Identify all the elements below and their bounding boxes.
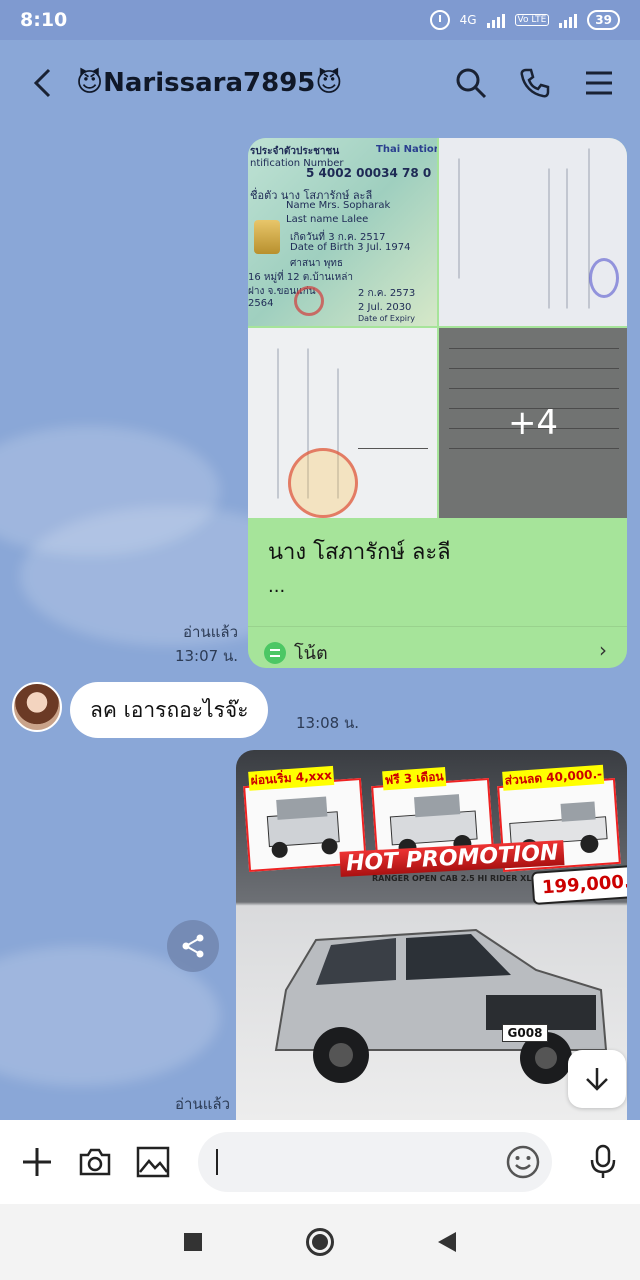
emoji-icon bbox=[506, 1145, 540, 1179]
share-icon bbox=[182, 934, 204, 958]
message-input[interactable] bbox=[218, 1151, 488, 1173]
share-button[interactable] bbox=[167, 920, 219, 972]
divider bbox=[248, 626, 627, 627]
image-icon bbox=[136, 1146, 170, 1178]
chat-area[interactable]: รประจำตัวประชาชน Thai National ntificati… bbox=[0, 126, 640, 1120]
sim-chip bbox=[254, 220, 280, 254]
id-card-header: รประจำตัวประชาชน bbox=[250, 146, 340, 157]
signal-icon bbox=[486, 12, 505, 28]
gallery-button[interactable] bbox=[136, 1145, 170, 1179]
volte-badge: Vo LTE bbox=[514, 14, 550, 26]
photo-document-1[interactable] bbox=[439, 138, 627, 326]
battery-level: 39 bbox=[587, 10, 620, 30]
avatar[interactable] bbox=[12, 682, 62, 732]
note-icon bbox=[264, 641, 286, 664]
voice-button[interactable] bbox=[586, 1144, 620, 1179]
hot-label: HOT bbox=[345, 848, 399, 877]
arrow-down-icon bbox=[586, 1068, 608, 1091]
emoji-button[interactable] bbox=[506, 1145, 540, 1183]
phone-icon bbox=[520, 68, 550, 98]
recents-button[interactable] bbox=[184, 1233, 202, 1251]
seal-stamp bbox=[294, 286, 324, 316]
id-card-lastname: Last name Lalee bbox=[286, 214, 369, 225]
photo-id-card[interactable]: รประจำตัวประชาชน Thai National ntificati… bbox=[248, 138, 437, 326]
chat-header: 😈Narissara7895😈 bbox=[0, 40, 640, 126]
photo-document-3[interactable]: +4 bbox=[439, 328, 627, 518]
id-card-expiry-th: 2 ก.ค. 2573 bbox=[358, 288, 416, 299]
promo-read-receipt: อ่านแล้ว bbox=[175, 1095, 230, 1113]
album-caption: นาง โสภารักษ์ ละลี bbox=[268, 540, 451, 565]
message-input-bar bbox=[0, 1120, 640, 1204]
network-type: 4G bbox=[459, 13, 477, 27]
pickup-truck-image bbox=[274, 928, 608, 1084]
chat-title: 😈Narissara7895😈 bbox=[76, 68, 343, 98]
chevron-left-icon bbox=[33, 68, 51, 98]
message-meta: อ่านแล้ว 13:07 น. bbox=[175, 620, 238, 668]
incoming-message-text: ลค เอารถอะไรจ๊ะ bbox=[90, 697, 249, 722]
id-card-issue: 2564 bbox=[248, 298, 274, 309]
search-icon bbox=[456, 68, 487, 99]
incoming-message-time: 13:08 น. bbox=[296, 714, 360, 732]
message-time: 13:07 น. bbox=[174, 647, 238, 665]
scroll-to-bottom-button[interactable] bbox=[568, 1050, 626, 1108]
plus-icon bbox=[23, 1148, 51, 1176]
note-label: โน้ต bbox=[294, 643, 328, 664]
album-message[interactable]: รประจำตัวประชาชน Thai National ntificati… bbox=[248, 138, 627, 668]
read-receipt: อ่านแล้ว bbox=[183, 623, 238, 641]
menu-button[interactable] bbox=[582, 66, 616, 100]
chevron-right-icon[interactable]: › bbox=[599, 638, 607, 662]
note-link[interactable]: โน้ต bbox=[264, 638, 328, 667]
album-grid: รประจำตัวประชาชน Thai National ntificati… bbox=[248, 138, 627, 518]
home-button[interactable] bbox=[306, 1228, 334, 1256]
home-icon bbox=[312, 1234, 328, 1250]
promo-price: 199,000.- bbox=[530, 863, 627, 906]
album-caption-more: ... bbox=[268, 576, 286, 597]
id-card-header-en: Thai National bbox=[376, 144, 437, 155]
microphone-icon bbox=[590, 1144, 616, 1178]
id-card-address: 16 หมู่ที่ 12 ต.บ้านเหล่า bbox=[248, 272, 353, 283]
add-button[interactable] bbox=[20, 1145, 54, 1179]
status-time: 8:10 bbox=[20, 9, 68, 31]
signal-icon-2 bbox=[559, 12, 578, 28]
back-nav-button[interactable] bbox=[438, 1232, 456, 1252]
id-card-name-en: Name Mrs. Sopharak bbox=[286, 200, 391, 211]
more-photos-count[interactable]: +4 bbox=[439, 328, 627, 518]
status-bar: 8:10 4G Vo LTE 39 bbox=[0, 0, 640, 40]
incoming-message-bubble[interactable]: ลค เอารถอะไรจ๊ะ bbox=[70, 682, 269, 738]
photo-document-2[interactable] bbox=[248, 328, 437, 518]
camera-button[interactable] bbox=[78, 1145, 112, 1179]
id-card-dob-en: Date of Birth 3 Jul. 1974 bbox=[290, 242, 411, 253]
alarm-icon bbox=[429, 10, 450, 30]
id-card-expiry-en: 2 Jul. 2030 bbox=[358, 302, 412, 313]
call-button[interactable] bbox=[518, 66, 552, 100]
message-input-container[interactable] bbox=[198, 1132, 552, 1192]
search-button[interactable] bbox=[454, 66, 488, 100]
id-card-number: 5 4002 00034 78 0 bbox=[306, 166, 432, 180]
android-nav-bar bbox=[0, 1204, 640, 1280]
promo-thumbnails: ผ่อนเริ่ม 4,xxx ฟรี 3 เดือน ส่วนลด 40,00… bbox=[236, 764, 627, 873]
signature-stamp bbox=[589, 258, 619, 298]
hamburger-icon bbox=[586, 71, 612, 95]
license-plate: G008 bbox=[502, 1024, 548, 1042]
camera-icon bbox=[79, 1148, 111, 1176]
official-seal bbox=[288, 448, 358, 518]
id-card-religion: ศาสนา พุทธ bbox=[290, 258, 343, 269]
back-button[interactable] bbox=[24, 65, 60, 101]
id-card-expiry-label: Date of Expiry bbox=[358, 314, 416, 323]
